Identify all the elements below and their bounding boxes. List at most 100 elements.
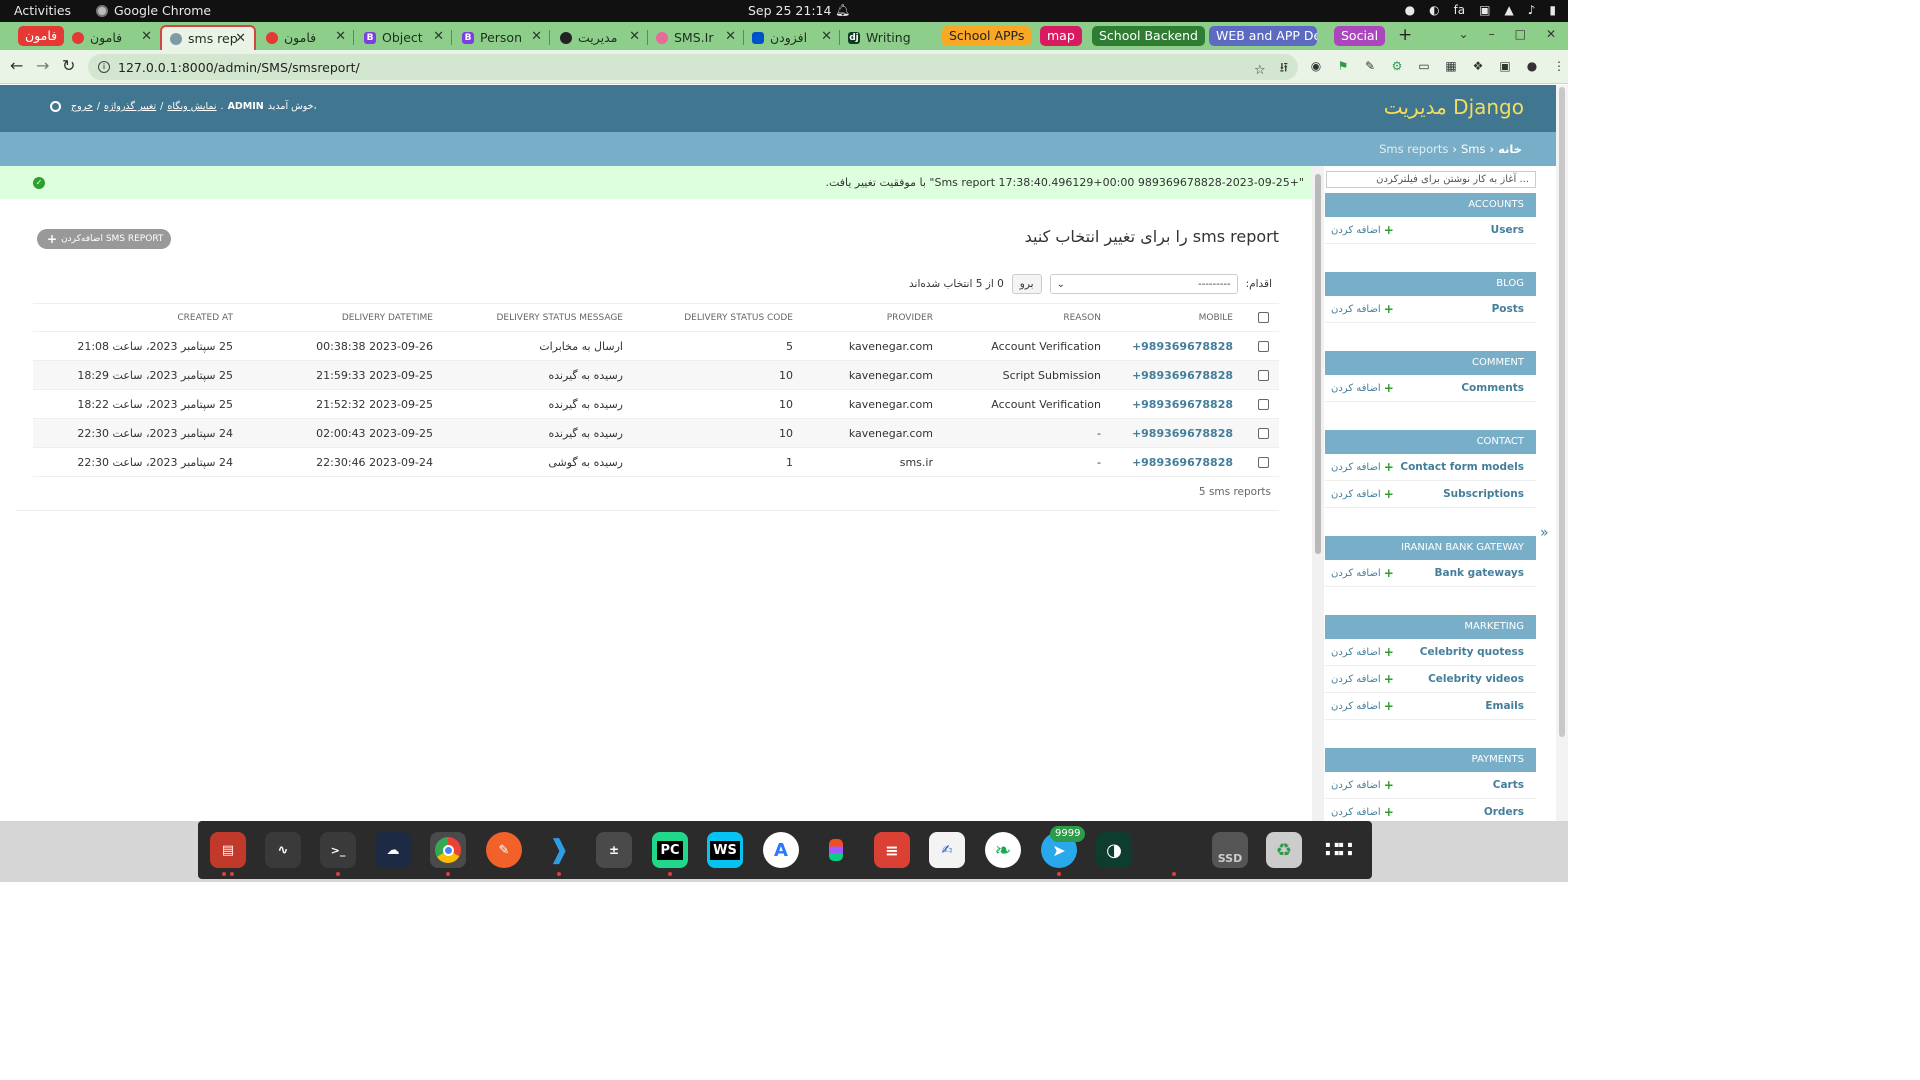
model-link[interactable]: Subscriptions	[1443, 488, 1524, 500]
tab-admin[interactable]: مدیریت ✕	[552, 25, 648, 50]
module-caption[interactable]: COMMENT	[1325, 351, 1536, 375]
tab-object[interactable]: B Object ✕	[356, 25, 452, 50]
tab-group-map[interactable]: map	[1040, 26, 1082, 46]
calculator-icon[interactable]: ±	[596, 832, 632, 868]
clock[interactable]: Sep 25 21:14	[748, 3, 831, 18]
tab-search-icon[interactable]: ⌄	[1459, 27, 1469, 41]
model-link[interactable]: Users	[1491, 224, 1524, 236]
tab-famoon-2[interactable]: فامون ✕	[258, 25, 354, 50]
datagrip-icon[interactable]: ◑	[1096, 832, 1132, 868]
mobile-link[interactable]: +989369678828	[1111, 331, 1243, 361]
module-caption[interactable]: IRANIAN BANK GATEWAY	[1325, 536, 1536, 560]
add-link[interactable]: اضافه کردن +	[1331, 460, 1394, 474]
row-checkbox[interactable]	[1258, 428, 1269, 439]
android-icon[interactable]: ⚙	[1389, 59, 1405, 73]
breadcrumb-home[interactable]: خانه	[1498, 142, 1522, 156]
tab-group-school-backend[interactable]: School Backend	[1092, 26, 1205, 46]
module-caption[interactable]: BLOG	[1325, 272, 1536, 296]
add-link[interactable]: اضافه کردن +	[1331, 645, 1394, 659]
add-link[interactable]: اضافه کردن +	[1331, 487, 1394, 501]
app-store-icon[interactable]: A	[763, 832, 799, 868]
todoist-icon[interactable]: ≡	[874, 832, 910, 868]
add-link[interactable]: اضافه کردن +	[1331, 381, 1394, 395]
add-sms-report-button[interactable]: + اضافه‌کردن SMS REPORT	[37, 229, 172, 249]
col-delivery-status-code[interactable]: DELIVERY STATUS CODE	[633, 303, 803, 332]
system-tray[interactable]: ● ◐ fa ▣ ▲ ♪ ▮	[1405, 3, 1556, 17]
col-delivery-status-message[interactable]: DELIVERY STATUS MESSAGE	[443, 303, 633, 332]
theme-toggle-icon[interactable]	[50, 101, 61, 112]
maximize-button[interactable]: □	[1515, 27, 1526, 41]
close-icon[interactable]: ✕	[725, 29, 736, 44]
close-icon[interactable]: ✕	[531, 29, 542, 44]
figma-icon[interactable]	[818, 832, 854, 868]
add-link[interactable]: اضافه کردن +	[1331, 699, 1394, 713]
add-link[interactable]: اضافه کردن +	[1331, 805, 1394, 819]
breadcrumb-app[interactable]: Sms	[1461, 142, 1486, 156]
terminal-icon[interactable]: >_	[320, 832, 356, 868]
side-panel-icon[interactable]: ▣	[1497, 59, 1513, 73]
go-button[interactable]: برو	[1011, 274, 1042, 294]
vscode-icon[interactable]: ❱	[541, 832, 577, 868]
cast-icon[interactable]: ▭	[1416, 59, 1432, 73]
close-window-button[interactable]: ✕	[1546, 27, 1556, 41]
mobile-link[interactable]: +989369678828	[1111, 389, 1243, 419]
mobile-link[interactable]: +989369678828	[1111, 447, 1243, 477]
tab-smsir[interactable]: SMS.Ir ✕	[648, 25, 744, 50]
add-link[interactable]: اضافه کردن +	[1331, 566, 1394, 580]
model-link[interactable]: Orders	[1484, 806, 1524, 818]
row-checkbox[interactable]	[1258, 370, 1269, 381]
add-link[interactable]: اضافه کردن +	[1331, 223, 1394, 237]
tab-add[interactable]: افزودن ✕	[744, 25, 840, 50]
close-icon[interactable]: ✕	[335, 29, 346, 44]
trash-icon[interactable]: ♻	[1266, 832, 1302, 868]
tab-group-school-apps[interactable]: School APPs	[942, 26, 1032, 46]
col-delivery-datetime[interactable]: DELIVERY DATETIME	[243, 303, 443, 332]
tab-manager-icon[interactable]: ▦	[1443, 59, 1459, 73]
module-caption[interactable]: CONTACT	[1325, 430, 1536, 454]
close-icon[interactable]: ✕	[433, 29, 444, 44]
forward-button[interactable]: →	[36, 56, 49, 75]
tab-group-social[interactable]: Social	[1334, 26, 1386, 46]
input-language[interactable]: fa	[1454, 3, 1466, 17]
col-reason[interactable]: REASON	[943, 303, 1111, 332]
menu-dots-icon[interactable]: ⋮	[1551, 59, 1567, 73]
model-link[interactable]: Carts	[1493, 779, 1524, 791]
text-editor-icon[interactable]: ✍	[929, 832, 965, 868]
tab-writing[interactable]: dj Writing	[840, 25, 936, 50]
change-password-link[interactable]: تغییر گذرواژه	[104, 101, 156, 112]
tab-sms-report[interactable]: sms rep ✕	[160, 25, 256, 50]
site-brand[interactable]: مدیریت Django	[1384, 95, 1524, 119]
chrome-dock-icon[interactable]	[430, 832, 466, 868]
model-link[interactable]: Contact form models	[1400, 461, 1524, 473]
col-mobile[interactable]: MOBILE	[1111, 303, 1243, 332]
mongodb-icon[interactable]: ❧	[985, 832, 1021, 868]
cloud-app-icon[interactable]: ☁	[375, 832, 411, 868]
profile-avatar[interactable]: ●	[1524, 59, 1540, 73]
action-select[interactable]: ⌄ ---------	[1049, 274, 1238, 294]
pen-icon[interactable]: ✎	[1362, 59, 1378, 73]
close-icon[interactable]: ✕	[235, 31, 246, 46]
share-icon[interactable]: ⭿	[1280, 59, 1288, 81]
activities-button[interactable]: Activities	[14, 3, 71, 18]
model-link[interactable]: Celebrity videos	[1428, 673, 1524, 685]
pycharm-icon[interactable]: PC	[652, 832, 688, 868]
sidebar-filter-input[interactable]: آغاز به کار نوشتن برای فیلترکردن ...	[1326, 171, 1536, 188]
module-caption[interactable]: ACCOUNTS	[1325, 193, 1536, 217]
mobile-link[interactable]: +989369678828	[1111, 418, 1243, 448]
add-link[interactable]: اضافه کردن +	[1331, 778, 1394, 792]
col-created-at[interactable]: CREATED AT	[33, 303, 243, 332]
new-tab-button[interactable]: +	[1398, 25, 1412, 45]
tab-group-web-app[interactable]: WEB and APP De	[1209, 26, 1317, 46]
add-link[interactable]: اضافه کردن +	[1331, 302, 1394, 316]
col-provider[interactable]: PROVIDER	[803, 303, 943, 332]
model-link[interactable]: Comments	[1461, 382, 1524, 394]
bookmark-star-icon[interactable]: ☆	[1254, 63, 1266, 78]
app-grid-icon[interactable]: ∷∷	[1320, 832, 1356, 868]
ssd-drive-icon[interactable]: SSD	[1212, 832, 1248, 868]
model-link[interactable]: Posts	[1492, 303, 1524, 315]
webstorm-icon[interactable]: WS	[707, 832, 743, 868]
address-bar[interactable]: i 127.0.0.1:8000/admin/SMS/smsreport/ ⭿ ☆	[88, 54, 1298, 80]
close-icon[interactable]: ✕	[821, 29, 832, 44]
reload-button[interactable]: ↻	[62, 56, 75, 75]
camera-icon[interactable]: ◉	[1308, 59, 1324, 73]
